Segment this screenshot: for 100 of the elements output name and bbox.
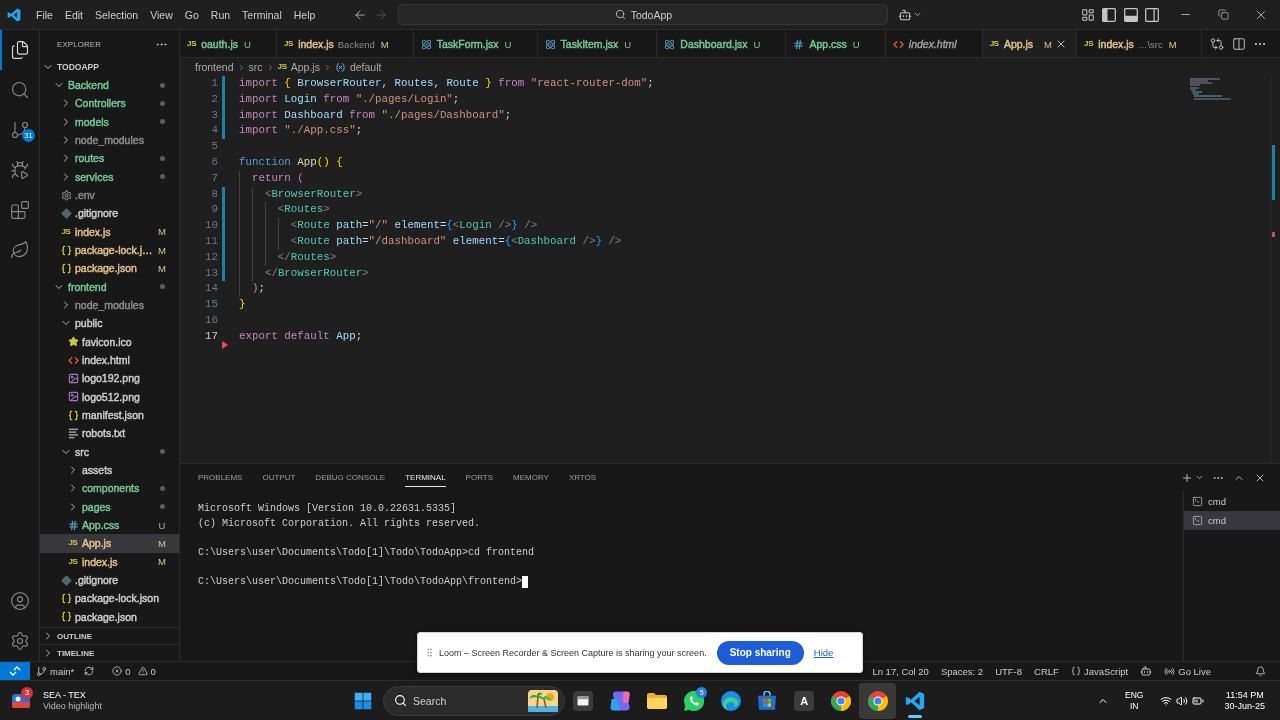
folder-row[interactable]: pages: [40, 497, 179, 516]
file-row[interactable]: robots.txt: [40, 424, 179, 443]
search-input[interactable]: Search: [413, 690, 522, 711]
folder-row[interactable]: src: [40, 442, 179, 461]
breadcrumb-item[interactable]: JS App.js: [277, 61, 320, 73]
layout-icon[interactable]: [1080, 7, 1095, 22]
compare-icon[interactable]: [1210, 36, 1224, 51]
file-row[interactable]: JS index.js M: [40, 222, 179, 241]
file-row[interactable]: package-lock.json: [40, 589, 179, 608]
panel-tab[interactable]: PORTS: [455, 467, 504, 488]
panel-toggle-icon[interactable]: [1123, 7, 1138, 22]
file-row[interactable]: .gitignore: [40, 570, 179, 590]
bot-face-icon[interactable]: [898, 7, 913, 22]
folder-row[interactable]: node_modules: [40, 131, 179, 150]
status-item[interactable]: Ln 17, Col 20: [866, 662, 935, 680]
folder-row[interactable]: components: [40, 479, 179, 498]
stop-sharing-button[interactable]: Stop sharing: [716, 640, 804, 665]
code-line: <Route path="/dashboard" element={<Dashboard />} />: [239, 233, 622, 250]
folder-row[interactable]: services: [40, 167, 179, 186]
banner-message: Loom – Screen Recorder & Screen Capture is sharing your screen.: [439, 647, 707, 658]
file-row[interactable]: JS App.js M: [40, 534, 179, 553]
menu-item[interactable]: Help: [287, 4, 322, 25]
line-number: 14: [204, 281, 218, 297]
wifi-icon[interactable]: [1160, 694, 1173, 707]
language-mode[interactable]: JavaScript: [1064, 662, 1135, 680]
status-item[interactable]: UTF-8: [989, 662, 1029, 680]
terminal-session[interactable]: cmd: [1184, 511, 1280, 530]
branch-status[interactable]: main*: [30, 662, 81, 680]
folder-row[interactable]: assets: [40, 460, 179, 480]
panel-tab[interactable]: XRTOS: [558, 467, 607, 488]
status-item[interactable]: CRLF: [1028, 662, 1065, 680]
file-row[interactable]: JS index.js M: [40, 552, 179, 571]
terminal-session[interactable]: cmd: [1184, 492, 1280, 511]
menu-item[interactable]: View: [144, 4, 179, 25]
file-row[interactable]: logo512.png: [40, 387, 179, 406]
file-row[interactable]: manifest.json: [40, 405, 179, 425]
language-code[interactable]: ENG: [1125, 690, 1144, 700]
file-row[interactable]: index.html: [40, 350, 179, 370]
clock-date[interactable]: 30-Jun-25: [1224, 701, 1265, 711]
terminal-line: Microsoft Windows [Version 10.0.22631.5335]: [198, 502, 457, 516]
folder-row[interactable]: node_modules: [40, 295, 179, 315]
folder-row[interactable]: frontend: [40, 277, 179, 296]
grip-icon[interactable]: [424, 647, 435, 658]
battery-icon[interactable]: [1192, 694, 1205, 707]
menu-item[interactable]: Run: [204, 4, 237, 25]
folder-row[interactable]: models: [40, 112, 179, 131]
sidebar-toggle-icon[interactable]: [1102, 7, 1116, 22]
menu-item[interactable]: File: [30, 4, 59, 25]
editor-tab[interactable]: JS App.js M: [982, 30, 1078, 57]
file-row[interactable]: package-lock.j… M: [40, 240, 179, 260]
panel-tab[interactable]: MEMORY: [503, 467, 559, 488]
settings-icon[interactable]: [9, 631, 30, 651]
menu-item[interactable]: Terminal: [236, 4, 288, 25]
taskbar-app-button[interactable]: [859, 682, 897, 719]
panel-tab[interactable]: TERMINAL: [395, 467, 456, 488]
file-row[interactable]: favicon.ico: [40, 332, 179, 351]
restore-icon[interactable]: [1217, 9, 1229, 20]
bot-face-icon[interactable]: [1140, 665, 1153, 677]
breadcrumb-item[interactable]: src: [248, 61, 263, 73]
folder-row[interactable]: routes: [40, 149, 179, 168]
search-box[interactable]: Search: [383, 685, 565, 716]
chevron-down-icon[interactable]: [913, 10, 923, 19]
folder-row[interactable]: Backend: [40, 76, 179, 95]
workspace-header[interactable]: TODOAPP: [40, 58, 179, 76]
plus-icon[interactable]: [1181, 471, 1193, 484]
menu-item[interactable]: Edit: [58, 4, 89, 25]
secondary-sidebar-toggle-icon[interactable]: [1145, 7, 1159, 22]
breadcrumb-item[interactable]: default: [334, 61, 382, 73]
file-row[interactable]: logo192.png: [40, 369, 179, 388]
file-row[interactable]: .gitignore: [40, 204, 179, 223]
menu-item[interactable]: Go: [178, 4, 205, 25]
split-editor-icon[interactable]: [1231, 36, 1246, 51]
account-icon[interactable]: [9, 591, 30, 611]
taskbar-app-button[interactable]: A: [785, 682, 823, 719]
hide-link[interactable]: Hide: [813, 647, 834, 658]
chevron-down-icon[interactable]: [1195, 473, 1204, 482]
start-logo-icon[interactable]: [354, 691, 372, 710]
panel-tab[interactable]: PROBLEMS: [188, 467, 253, 488]
speaker-icon[interactable]: [1176, 694, 1189, 707]
file-row[interactable]: .env: [40, 185, 179, 205]
panel-tab[interactable]: OUTPUT: [252, 467, 306, 488]
folder-row[interactable]: Controllers: [40, 94, 179, 113]
status-item[interactable]: Spaces: 2: [934, 662, 990, 680]
section-header[interactable]: OUTLINE: [40, 627, 179, 644]
sync-icon[interactable]: [84, 666, 95, 676]
region-code[interactable]: IN: [1130, 701, 1139, 711]
remote-button[interactable]: [0, 662, 30, 680]
bell-icon[interactable]: [1255, 665, 1266, 677]
folder-row[interactable]: public: [40, 314, 179, 333]
clock-time[interactable]: 11:54 PM: [1225, 690, 1264, 700]
command-center[interactable]: TodoApp: [398, 4, 889, 25]
menu-item[interactable]: Selection: [89, 4, 145, 25]
file-row[interactable]: package.json: [40, 607, 179, 626]
swirl-circle-icon: [720, 690, 741, 711]
panel-tab[interactable]: DEBUG CONSOLE: [305, 467, 396, 488]
file-row[interactable]: App.css U: [40, 515, 179, 535]
file-row[interactable]: package.json M: [40, 259, 179, 278]
go-live-button[interactable]: Go Live: [1158, 662, 1217, 680]
breadcrumb-item[interactable]: frontend: [195, 61, 234, 73]
back-arrow-icon[interactable]: [353, 7, 368, 22]
